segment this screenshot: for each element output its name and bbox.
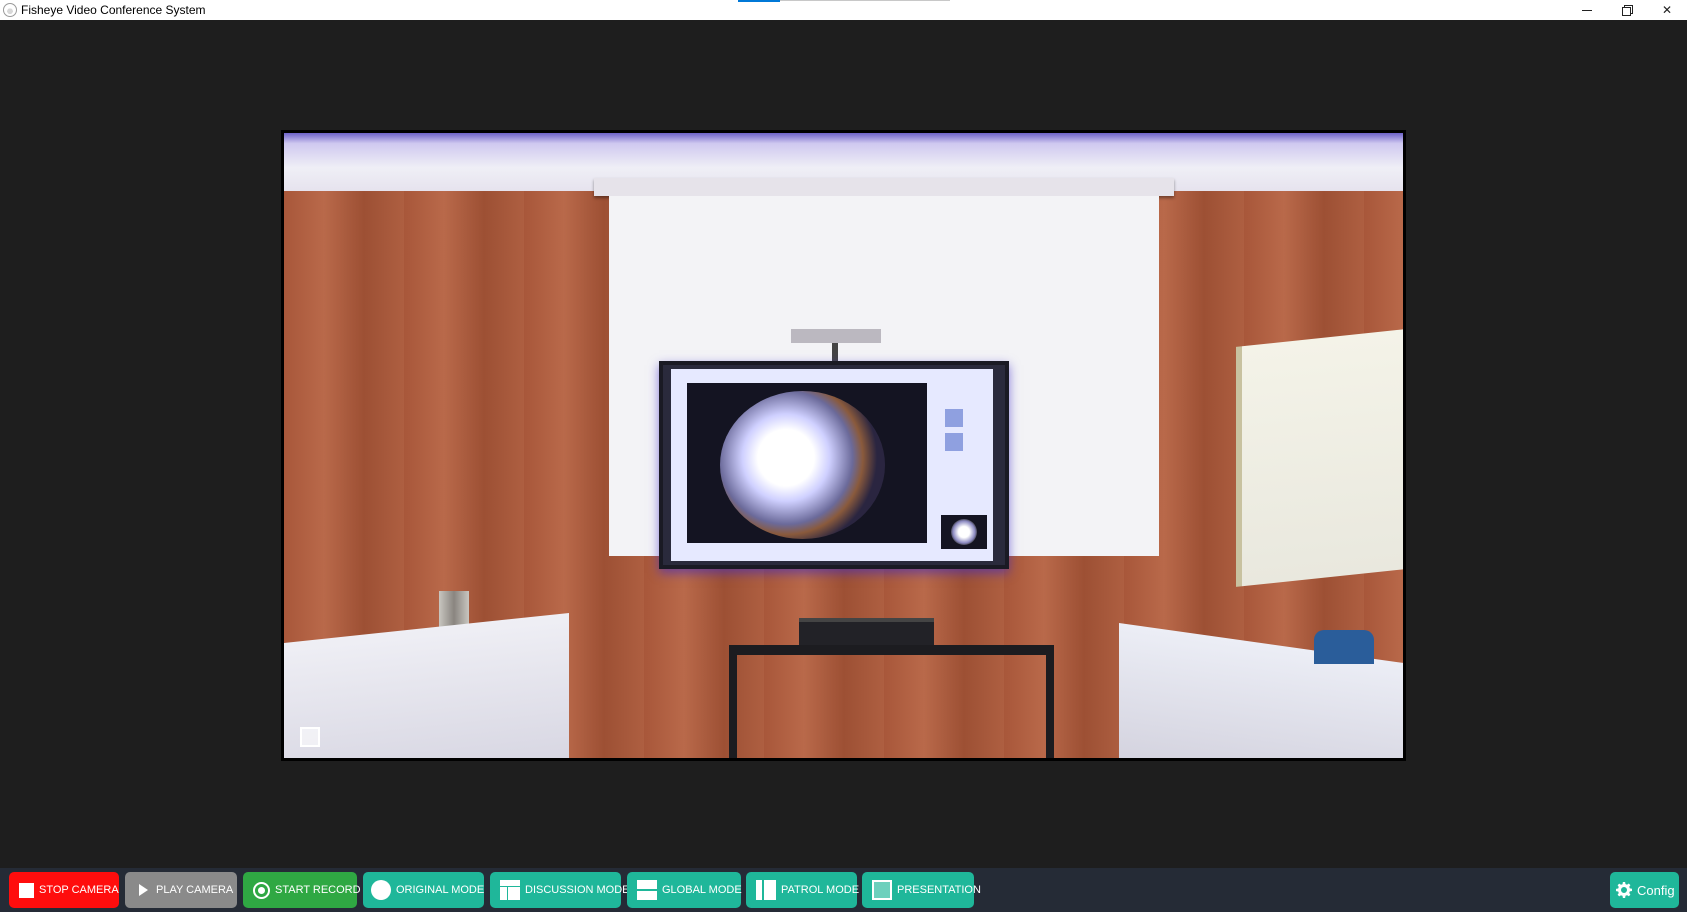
discussion-mode-button[interactable]: DISCUSSION MODE: [490, 872, 630, 908]
config-label: Config: [1637, 882, 1675, 898]
tv-camera-mount: [791, 329, 881, 343]
tv-screen: [671, 369, 993, 561]
play-icon: [139, 884, 148, 896]
whiteboard: [1236, 329, 1403, 587]
play-camera-label: PLAY CAMERA: [156, 884, 234, 896]
record-icon: [253, 881, 270, 899]
window-title: Fisheye Video Conference System: [21, 3, 206, 17]
app-icon: [3, 3, 17, 17]
tv-side-icons: [945, 409, 963, 453]
discussion-mode-label: DISCUSSION MODE: [525, 884, 630, 896]
global-mode-label: GLOBAL MODE: [662, 884, 742, 896]
tv-thumbnail: [941, 515, 987, 549]
fisheye-image: [720, 391, 885, 539]
presentation-icon: [872, 880, 892, 900]
patrol-mode-label: PATROL MODE: [781, 884, 860, 896]
original-mode-button[interactable]: ORIGINAL MODE: [363, 872, 484, 908]
patrol-mode-button[interactable]: PATROL MODE: [746, 872, 860, 908]
stop-camera-button[interactable]: STOP CAMERA: [9, 872, 119, 908]
global-mode-button[interactable]: GLOBAL MODE: [627, 872, 742, 908]
av-cart: [729, 645, 1054, 758]
conference-room-scene: [284, 133, 1403, 758]
start-record-button[interactable]: START RECORD: [243, 872, 361, 908]
stop-icon: [19, 882, 34, 898]
original-mode-label: ORIGINAL MODE: [396, 884, 485, 896]
gear-icon: [1616, 882, 1632, 898]
close-button[interactable]: ✕: [1647, 0, 1687, 20]
stop-camera-label: STOP CAMERA: [39, 884, 119, 896]
minimize-icon: [1582, 9, 1592, 11]
television-display: [659, 361, 1009, 569]
vertical-split-icon: [756, 880, 776, 900]
overlay-toggle-checkbox[interactable]: [300, 727, 320, 747]
start-record-label: START RECORD: [275, 884, 361, 896]
close-icon: ✕: [1661, 3, 1673, 17]
restore-icon: [1622, 5, 1633, 16]
title-accent-line: [738, 0, 780, 2]
tv-mount-stem: [832, 343, 838, 363]
camera-video-feed[interactable]: [281, 130, 1406, 761]
play-camera-button[interactable]: PLAY CAMERA: [125, 872, 237, 908]
split-layout-icon: [500, 880, 520, 900]
circle-icon: [371, 880, 391, 900]
presentation-label: PRESENTATION: [897, 884, 981, 896]
window-controls: ✕: [1567, 0, 1687, 20]
title-divider-line: [780, 0, 950, 1]
title-bar: Fisheye Video Conference System ✕: [0, 0, 1687, 20]
blue-chair: [1314, 630, 1374, 664]
projector-screen-housing: [594, 178, 1174, 196]
restore-button[interactable]: [1607, 0, 1647, 20]
config-button[interactable]: Config: [1610, 872, 1679, 908]
minimize-button[interactable]: [1567, 0, 1607, 20]
bottom-toolbar: STOP CAMERA PLAY CAMERA START RECORD ORI…: [0, 868, 1687, 912]
horizontal-split-icon: [637, 880, 657, 900]
tv-video-area: [687, 383, 927, 543]
presentation-button[interactable]: PRESENTATION: [862, 872, 981, 908]
